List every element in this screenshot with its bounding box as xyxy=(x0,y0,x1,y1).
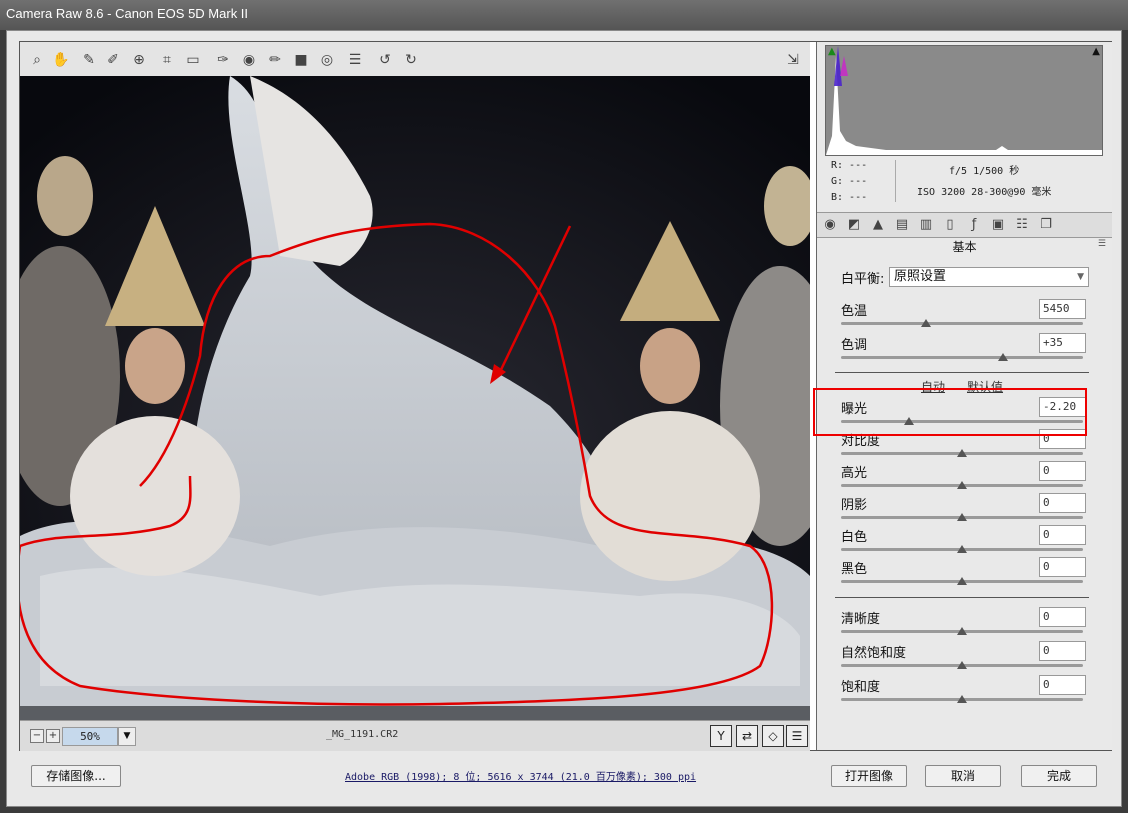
green-readout: G: --- xyxy=(831,176,868,187)
tab-basic-icon[interactable]: ◉ xyxy=(821,216,839,234)
spot-removal-icon[interactable]: ✑ xyxy=(214,51,232,69)
white-balance-select[interactable]: 原照设置 ▼ xyxy=(889,267,1089,287)
slider-label: 色温 xyxy=(841,304,868,319)
highlight-clipping-icon[interactable]: ▲ xyxy=(1092,46,1100,57)
zoom-out-button[interactable]: − xyxy=(30,729,44,743)
open-image-button[interactable]: 打开图像 xyxy=(831,765,907,787)
slider-value-field[interactable]: +35 xyxy=(1039,333,1086,353)
panel-tabs: ◉ ◩ ▲ ▤ ▥ ▯ ƒ ▣ ☷ ❐ xyxy=(817,212,1112,238)
white-balance-value: 原照设置 xyxy=(894,269,947,284)
slider-value-field[interactable]: 0 xyxy=(1039,493,1086,513)
hand-icon[interactable]: ✋ xyxy=(52,51,70,69)
crop-icon[interactable]: ⌗ xyxy=(158,51,176,69)
window-title: Camera Raw 8.6 - Canon EOS 5D Mark II xyxy=(6,6,249,21)
fullscreen-icon[interactable]: ⇲ xyxy=(784,51,802,69)
rotate-left-icon[interactable]: ↺ xyxy=(376,51,394,69)
tab-snapshots-icon[interactable]: ❐ xyxy=(1037,216,1055,234)
blue-readout: B: --- xyxy=(831,192,868,203)
slider-track[interactable] xyxy=(841,322,1083,325)
swap-view-button[interactable]: ⇄ xyxy=(736,725,758,747)
slider-label: 自然饱和度 xyxy=(841,646,907,661)
chevron-down-icon: ▼ xyxy=(1077,272,1084,282)
copy-settings-button[interactable]: ◇ xyxy=(762,725,784,747)
shadow-clipping-icon[interactable]: ▲ xyxy=(828,46,836,57)
slider-label: 色调 xyxy=(841,338,868,353)
zoom-in-button[interactable]: + xyxy=(46,729,60,743)
slider-thumb[interactable] xyxy=(957,627,967,635)
slider-value-field[interactable]: 0 xyxy=(1039,607,1086,627)
slider-thumb[interactable] xyxy=(957,661,967,669)
slider-label: 黑色 xyxy=(841,562,868,577)
slider-value-field[interactable]: 0 xyxy=(1039,557,1086,577)
image-statusbar: − + 50% ▼ _MG_1191.CR2 Y ⇄ ◇ ☰ xyxy=(20,720,810,751)
slider-label: 白色 xyxy=(841,530,868,545)
image-preview[interactable] xyxy=(20,76,810,720)
slider-thumb[interactable] xyxy=(920,319,931,327)
slider-value-field[interactable]: 5450 xyxy=(1039,299,1086,319)
zoom-dropdown-icon[interactable]: ▼ xyxy=(118,727,136,746)
tab-split-toning-icon[interactable]: ▥ xyxy=(917,216,935,234)
preferences-icon[interactable]: ☰ xyxy=(346,51,364,69)
done-button[interactable]: 完成 xyxy=(1021,765,1097,787)
panel-title: 基本 xyxy=(952,240,977,254)
cancel-button[interactable]: 取消 xyxy=(925,765,1001,787)
slider-thumb[interactable] xyxy=(957,577,967,585)
slider-thumb[interactable] xyxy=(957,449,967,457)
straighten-icon[interactable]: ▭ xyxy=(184,51,202,69)
tab-hsl-icon[interactable]: ▤ xyxy=(893,216,911,234)
color-sampler-icon[interactable]: ✐ xyxy=(104,51,122,69)
slider-label: 饱和度 xyxy=(841,680,881,695)
white-balance-icon[interactable]: ✎ xyxy=(80,51,98,69)
tab-lens-icon[interactable]: ▯ xyxy=(941,216,959,234)
slider-thumb[interactable] xyxy=(957,513,967,521)
tab-effects-icon[interactable]: ƒ xyxy=(965,216,983,234)
red-eye-icon[interactable]: ◉ xyxy=(240,51,258,69)
rotate-right-icon[interactable]: ↻ xyxy=(402,51,420,69)
slider-value-field[interactable]: 0 xyxy=(1039,675,1086,695)
tab-presets-icon[interactable]: ☷ xyxy=(1013,216,1031,234)
toolbar: ⌕ ✋ ✎ ✐ ⊕ ⌗ ▭ ✑ ◉ ✏ ■ ◎ ☰ ↺ ↻ ⇲ xyxy=(20,42,810,76)
view-settings-button[interactable]: ☰ xyxy=(786,725,808,747)
view-mode-button[interactable]: Y xyxy=(710,725,732,747)
red-readout: R: --- xyxy=(831,160,868,171)
slider-thumb[interactable] xyxy=(957,545,967,553)
divider-presence xyxy=(835,597,1089,598)
title-bar: Camera Raw 8.6 - Canon EOS 5D Mark II xyxy=(0,0,1128,30)
targeted-adjust-icon[interactable]: ⊕ xyxy=(130,51,148,69)
zoom-icon[interactable]: ⌕ xyxy=(28,51,46,69)
slider-value-field[interactable]: 0 xyxy=(1039,525,1086,545)
aperture-shutter: f/5 1/500 秒 xyxy=(949,166,1020,177)
slider-label: 高光 xyxy=(841,466,868,481)
histogram-graph xyxy=(826,46,1102,155)
radial-filter-icon[interactable]: ◎ xyxy=(318,51,336,69)
slider-thumb[interactable] xyxy=(957,695,967,703)
white-balance-label: 白平衡: xyxy=(841,272,885,287)
slider-label: 阴影 xyxy=(841,498,868,513)
exposure-highlight-box xyxy=(813,388,1087,436)
save-image-button[interactable]: 存储图像... xyxy=(31,765,121,787)
panel-menu-icon[interactable]: ☰ xyxy=(1098,239,1106,249)
tab-detail-icon[interactable]: ▲ xyxy=(869,216,887,234)
iso-lens: ISO 3200 28-300@90 毫米 xyxy=(917,187,1052,198)
slider-label: 清晰度 xyxy=(841,612,881,627)
slider-track[interactable] xyxy=(841,356,1083,359)
file-name: _MG_1191.CR2 xyxy=(326,729,399,740)
photo-preview xyxy=(20,76,810,720)
tab-camera-calibration-icon[interactable]: ▣ xyxy=(989,216,1007,234)
camera-info: R: --- G: --- B: --- f/5 1/500 秒 ISO 320… xyxy=(825,156,1105,206)
graduated-filter-icon[interactable]: ■ xyxy=(292,51,310,69)
workflow-options-link[interactable]: Adobe RGB (1998); 8 位; 5616 x 3744 (21.0… xyxy=(345,768,696,783)
divider-tone xyxy=(835,372,1089,373)
info-divider xyxy=(895,160,896,202)
zoom-level-field[interactable]: 50% xyxy=(62,727,118,746)
adjustment-brush-icon[interactable]: ✏ xyxy=(266,51,284,69)
slider-thumb[interactable] xyxy=(998,353,1009,361)
histogram: ▲ ▲ xyxy=(825,45,1103,156)
slider-value-field[interactable]: 0 xyxy=(1039,641,1086,661)
slider-value-field[interactable]: 0 xyxy=(1039,461,1086,481)
slider-thumb[interactable] xyxy=(957,481,967,489)
tab-tone-curve-icon[interactable]: ◩ xyxy=(845,216,863,234)
